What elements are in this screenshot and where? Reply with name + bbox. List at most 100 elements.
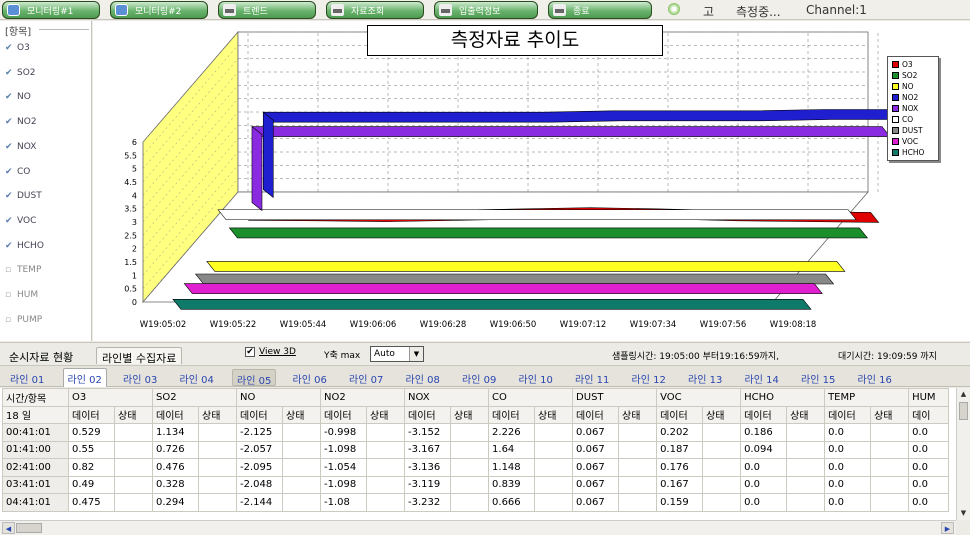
data-cell: 0.328 [152, 475, 200, 494]
item-label: HUM [17, 290, 39, 300]
item-label: SO2 [17, 67, 36, 78]
data-cell: 0.82 [68, 458, 115, 477]
data-cell [618, 440, 658, 459]
item-pump[interactable]: ▫ PUMP [5, 315, 42, 325]
line-tab-6[interactable]: 라인 06 [289, 369, 331, 386]
item-o3[interactable]: ✔ O3 [5, 43, 30, 53]
table-row[interactable]: 00:41:01 0.529 1.134 -2.125 -0.998 -3.152 2.22… [2, 423, 950, 442]
subheader-cell: 상태 [198, 405, 238, 424]
data-cell [618, 423, 658, 442]
subheader-cell: 상태 [282, 405, 322, 424]
legend-item-nox: NOX [892, 104, 918, 113]
y-tick-label: 1 [132, 271, 137, 280]
line-data-tab[interactable]: 라인별 수집자료 [96, 347, 183, 365]
view3d-checkbox[interactable]: ✔ View 3D [245, 347, 296, 357]
data-cell [366, 475, 406, 494]
toolbar: 모니터링#1 모니터링#2 트렌드 자료조회 입출력정보 종료 고 측정중...… [0, 0, 970, 20]
checkbox-icon: ✔ [5, 191, 13, 202]
line-tab-5[interactable]: 라인 05 [232, 369, 277, 387]
io-info-button[interactable]: 입출력정보 [434, 1, 538, 19]
data-cell [366, 458, 406, 477]
table-row[interactable]: 02:41:00 0.82 0.476 -2.095 -1.054 -3.136 1.148… [2, 458, 950, 477]
table-header-row: 시간/항목 O3 SO2 NO NO2 NOX CO DUST VOC HCHO TEMP HUM [2, 388, 950, 407]
line-tab-3[interactable]: 라인 03 [119, 369, 161, 386]
data-cell [450, 458, 490, 477]
scroll-right-icon[interactable]: ▶ [941, 522, 954, 534]
monitoring2-button[interactable]: 모니터링#2 [110, 1, 208, 19]
ymax-label: Y축 max [324, 351, 361, 361]
data-cell: -3.119 [404, 475, 452, 494]
subheader-cell: 데이터 [572, 405, 620, 424]
legend-swatch [892, 105, 899, 112]
channel-text: Channel:1 [806, 3, 867, 17]
item-voc[interactable]: ✔ VOC [5, 216, 36, 226]
sampling-time: 샘플링시간: 19:05:00 부터19:16:59까지, [612, 352, 779, 362]
table-row[interactable]: 01:41:00 0.55 0.726 -2.057 -1.098 -3.167 1.64 0… [2, 440, 950, 459]
scroll-thumb[interactable] [959, 402, 968, 420]
monitoring1-button[interactable]: 모니터링#1 [2, 1, 100, 19]
line-tab-2[interactable]: 라인 02 [62, 368, 107, 387]
table-row[interactable]: 03:41:01 0.49 0.328 -2.048 -1.098 -3.119 0.839… [2, 475, 950, 494]
scroll-up-icon[interactable]: ▲ [957, 388, 970, 401]
scroll-down-icon[interactable]: ▼ [957, 507, 970, 520]
line-tab-4[interactable]: 라인 04 [176, 369, 218, 386]
time-cell: 03:41:01 [2, 475, 69, 494]
line-tab-9[interactable]: 라인 09 [458, 369, 500, 386]
time-cell: 02:41:00 [2, 458, 69, 477]
table-row[interactable]: 04:41:01 0.475 0.294 -2.144 -1.08 -3.232 0.666… [2, 493, 950, 512]
ymax-select[interactable]: Auto ▼ [370, 346, 424, 362]
line-tab-13[interactable]: 라인 13 [684, 369, 726, 386]
subheader-cell: 상태 [534, 405, 574, 424]
checkbox-icon: ✔ [5, 215, 13, 226]
line-tab-10[interactable]: 라인 10 [515, 369, 557, 386]
item-hum[interactable]: ▫ HUM [5, 290, 38, 300]
line-tab-7[interactable]: 라인 07 [345, 369, 387, 386]
line-tab-1[interactable]: 라인 01 [6, 369, 48, 386]
item-temp[interactable]: ▫ TEMP [5, 265, 41, 275]
data-cell [113, 458, 154, 477]
line-tab-11[interactable]: 라인 11 [571, 369, 613, 386]
line-tab-8[interactable]: 라인 08 [402, 369, 444, 386]
data-cell [870, 458, 910, 477]
line-tab-15[interactable]: 라인 15 [797, 369, 839, 386]
data-cell [702, 458, 742, 477]
item-dust[interactable]: ✔ DUST [5, 191, 42, 201]
data-cell: 0.49 [68, 475, 115, 494]
realtime-tab[interactable]: 순시자료 현황 [4, 347, 78, 364]
status-text: 측정중... [736, 5, 781, 19]
item-co[interactable]: ✔ CO [5, 167, 30, 177]
column-header: 시간/항목 [2, 388, 69, 407]
scroll-thumb-h[interactable] [16, 523, 42, 533]
data-query-button[interactable]: 자료조회 [326, 1, 424, 19]
item-nox[interactable]: ✔ NOX [5, 142, 36, 152]
y-tick-label: 2 [132, 245, 137, 254]
line-tab-12[interactable]: 라인 12 [628, 369, 670, 386]
subheader-cell: 데이터 [656, 405, 704, 424]
data-cell: 0.0 [824, 458, 872, 477]
item-hcho[interactable]: ✔ HCHO [5, 241, 44, 251]
y-tick-label: 6 [132, 138, 137, 147]
item-no[interactable]: ✔ NO [5, 92, 31, 102]
exit-button[interactable]: 종료 [548, 1, 652, 19]
trend-button[interactable]: 트렌드 [218, 1, 316, 19]
data-cell [282, 440, 322, 459]
item-no2[interactable]: ✔ NO2 [5, 117, 37, 127]
data-cell: 0.202 [656, 423, 704, 442]
y-tick-label: 2.5 [124, 231, 137, 240]
data-cell: 0.067 [572, 458, 620, 477]
data-cell: 0.839 [488, 475, 536, 494]
item-so2[interactable]: ✔ SO2 [5, 68, 36, 78]
data-query-label: 자료조회 [351, 6, 385, 17]
checkbox-icon: ✔ [5, 240, 13, 251]
data-cell: 0.0 [740, 475, 788, 494]
line-tab-16[interactable]: 라인 16 [854, 369, 896, 386]
data-cell: 0.167 [656, 475, 704, 494]
horizontal-scrollbar[interactable]: ◀ ▶ [0, 520, 956, 535]
scroll-left-icon[interactable]: ◀ [2, 522, 15, 534]
line-tab-14[interactable]: 라인 14 [741, 369, 783, 386]
vertical-scrollbar[interactable]: ▲ ▼ [956, 388, 970, 520]
subheader-cell: 상태 [870, 405, 910, 424]
printer-icon [439, 4, 452, 16]
time-cell: 01:41:00 [2, 440, 69, 459]
x-tick-label: W19:06:06 [350, 320, 397, 330]
